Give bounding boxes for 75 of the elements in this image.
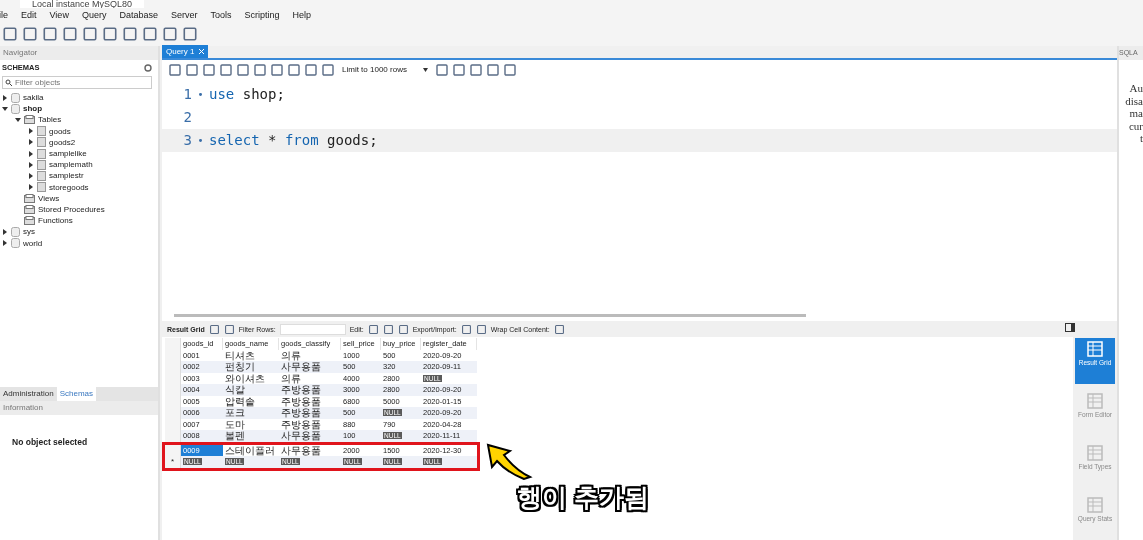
filter-rows-field[interactable] [279,323,346,335]
table-icon [37,182,46,193]
help-text: Au [1129,82,1143,95]
line-number: 3 [182,132,192,149]
row-header[interactable]: * [165,456,181,468]
table-icon [37,126,46,137]
caret-icon[interactable] [422,67,428,72]
table-cell[interactable]: 펀칭기 [223,361,279,373]
tree-item[interactable]: Tables [38,115,62,125]
tree-item[interactable]: world [23,238,43,248]
database-icon [11,238,20,249]
tree-item[interactable]: sakila [23,93,44,103]
tree-item[interactable]: goods [49,126,71,136]
table-cell[interactable]: 주방용품 [279,384,341,396]
tree-item[interactable]: storegoods [49,182,89,192]
tree-item[interactable]: goods2 [49,137,76,147]
menu-item[interactable]: ile [0,10,15,20]
tree-item[interactable]: Functions [38,216,73,226]
tree-item[interactable]: samplelike [49,149,87,159]
menu-item[interactable]: Server [170,10,205,20]
menu-item[interactable]: Database [119,10,165,20]
menu-item[interactable]: Edit [21,10,44,20]
close-icon[interactable] [199,49,205,54]
help-text: ma [1129,107,1143,120]
limit-dropdown[interactable]: Limit to 1000 rows [338,65,432,75]
panel-toggle-icon[interactable] [1065,323,1075,332]
help-text: t [1139,132,1143,145]
scrollbar-icon[interactable] [174,313,806,317]
table-icon [37,137,46,148]
table-cell[interactable]: 주방용품 [279,407,341,419]
table-cell[interactable]: 사무용품 [279,430,341,442]
editor-tab[interactable]: Query 1 [162,45,209,58]
table-icon [37,148,46,159]
row-header[interactable] [165,444,181,456]
menu-item[interactable]: Query [81,10,114,20]
folder-icon [24,216,35,226]
panel-tab[interactable]: Schemas [56,387,97,401]
table-icon [37,170,46,181]
annotation-caption: 행이 추가됨 [517,482,649,514]
folder-icon [24,193,35,203]
panel-title: Navigator [0,46,158,60]
arrow-icon [484,441,534,481]
code-line: select * from goods; [209,132,378,149]
menu-item[interactable]: View [49,10,76,20]
panel-tab[interactable]: Administration [0,387,57,401]
table-cell[interactable]: 포크 [223,407,279,419]
folder-icon [24,115,35,125]
tree-item[interactable]: Views [38,193,60,203]
help-text: cur [1128,119,1143,132]
menu-item[interactable]: Help [292,10,318,20]
line-number: 2 [182,109,192,126]
menu-item[interactable]: Scripting [244,10,287,20]
database-icon [11,92,20,103]
table-cell[interactable]: 사무용품 [279,361,341,373]
help-text: disa [1125,94,1143,107]
table-cell[interactable]: 식칼 [223,384,279,396]
statement-marker: • [196,88,205,100]
tree-item[interactable]: shop [23,104,43,114]
code-line: use shop; [209,86,285,103]
tree-item[interactable]: Stored Procedures [38,204,105,214]
filter-field[interactable]: Filter objects [2,76,152,89]
line-number: 1 [182,86,192,103]
panel-title: Information [0,401,158,415]
tree-item[interactable]: sys [23,227,35,237]
tree-item[interactable]: samplemath [49,160,93,170]
menu-item[interactable]: Tools [210,10,239,20]
table-icon [37,159,46,170]
database-icon [11,103,20,114]
database-icon [11,226,20,237]
statement-marker: • [196,134,205,146]
tree-item[interactable]: samplestr [49,171,84,181]
folder-icon [24,204,35,214]
info-message: No object selected [12,437,88,447]
filter-input[interactable]: Filter objects [15,78,135,87]
table-cell[interactable]: 볼펜 [223,430,279,442]
